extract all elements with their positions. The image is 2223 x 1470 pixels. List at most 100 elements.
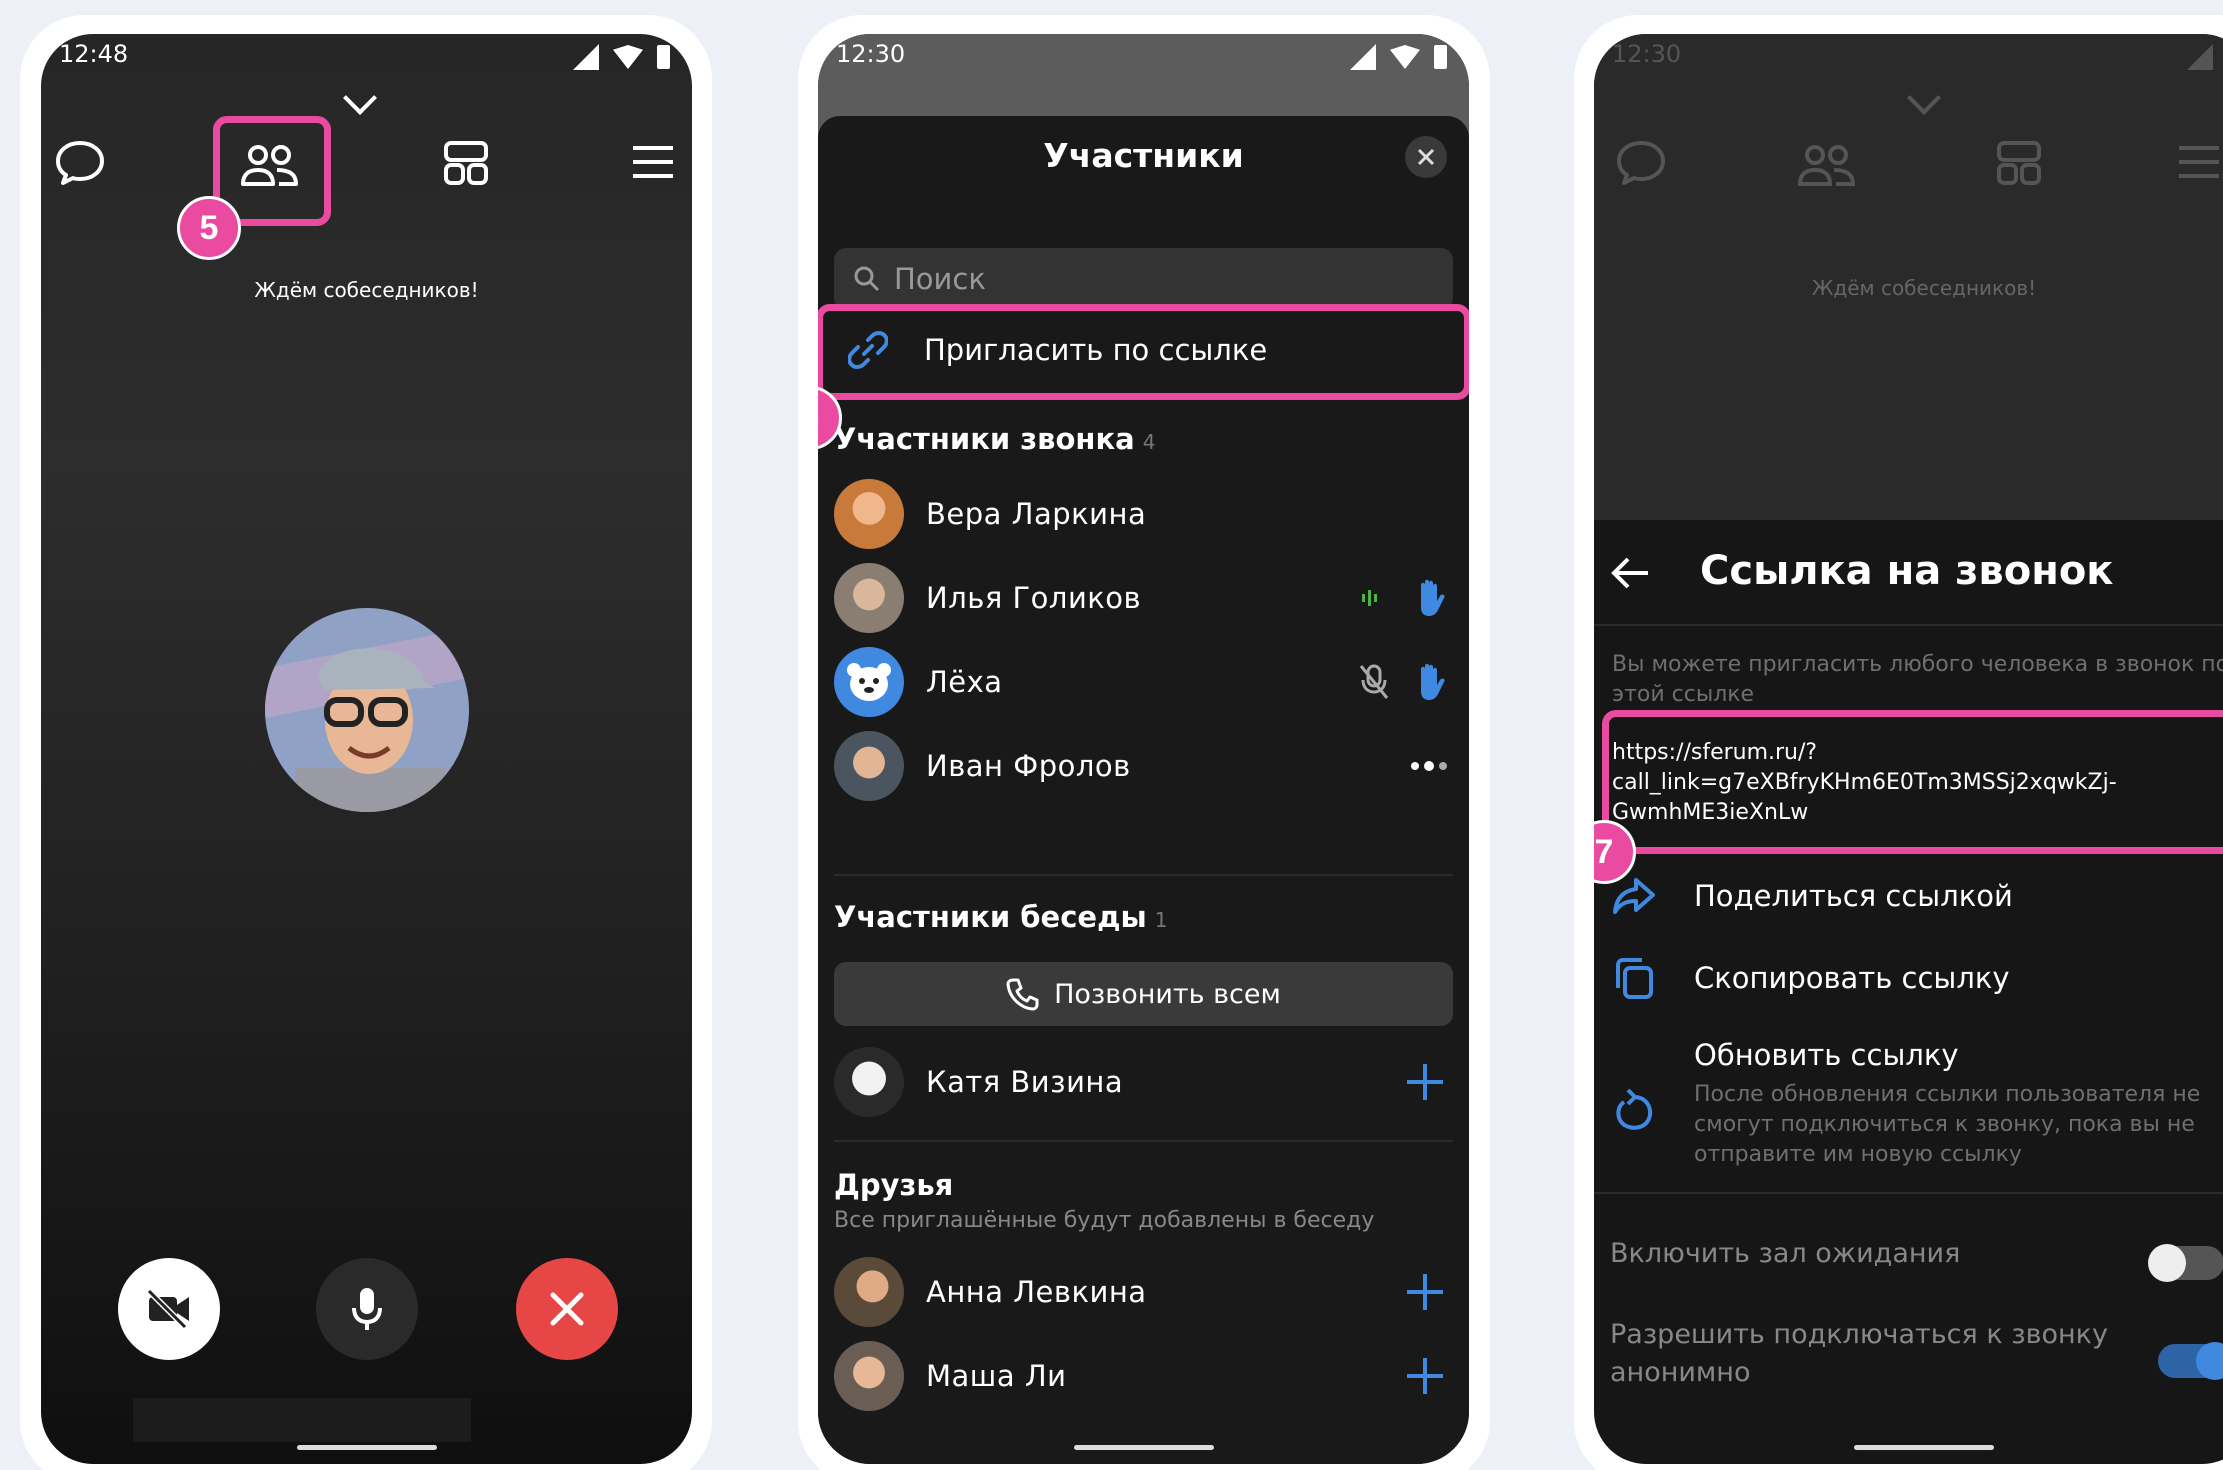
participant-name: Вера Ларкина (926, 497, 1147, 531)
end-call-icon (550, 1292, 584, 1326)
close-icon (1417, 148, 1435, 166)
add-icon[interactable] (1407, 1274, 1443, 1310)
friends-subtitle: Все приглашённые будут добавлены в бесед… (834, 1208, 1375, 1233)
label-line: Разрешить подключаться к звонку (1610, 1319, 2108, 1350)
toggle-knob (2196, 1342, 2223, 1380)
speaking-indicator-icon (1362, 590, 1377, 606)
sheet-title: Участники (1043, 136, 1244, 175)
section-count: 1 (1154, 908, 1168, 932)
layout-icon[interactable] (443, 140, 489, 186)
avatar (834, 563, 904, 633)
avatar (834, 1257, 904, 1327)
share-icon (1613, 878, 1655, 914)
refresh-label: Обновить ссылку (1694, 1038, 1959, 1072)
link-description: Вы можете пригласить любого человека в з… (1612, 652, 2223, 707)
avatar (834, 1341, 904, 1411)
call-participants-header: Участники звонка 4 (834, 422, 1155, 456)
copy-icon (1616, 958, 1653, 999)
divider (834, 874, 1453, 876)
bear-icon (847, 663, 891, 701)
menu-icon (2179, 146, 2219, 178)
microphone-muted-icon (1359, 664, 1389, 699)
avatar (834, 647, 904, 717)
status-time: 12:48 (59, 40, 129, 68)
participants-sheet: Участники Поиск Пригласить по ссылке Уча… (818, 116, 1469, 1464)
end-call-button[interactable] (516, 1258, 618, 1360)
section-title: Участники беседы (834, 900, 1147, 934)
waiting-room-toggle[interactable] (2148, 1244, 2223, 1282)
wifi-icon (613, 45, 643, 69)
divider (1594, 1192, 2223, 1194)
microphone-icon (352, 1288, 382, 1330)
status-time: 12:30 (1612, 40, 1682, 68)
status-time: 12:30 (836, 40, 906, 68)
status-bar: 12:30 (1594, 34, 2223, 78)
layout-icon (1997, 141, 2041, 185)
home-indicator[interactable] (296, 1445, 437, 1450)
step-badge: 5 (177, 196, 241, 260)
chat-icon[interactable] (55, 140, 105, 186)
refresh-link-button[interactable]: Обновить ссылку После обновления ссылки … (1612, 1028, 2223, 1178)
search-input[interactable]: Поиск (834, 248, 1453, 310)
participant-name: Катя Визина (926, 1065, 1124, 1099)
menu-icon[interactable] (633, 144, 673, 180)
connecting-dots-icon (1411, 761, 1447, 771)
participant-name: Лёха (926, 665, 1003, 699)
divider (1594, 624, 2223, 626)
copy-label: Скопировать ссылку (1694, 961, 2010, 995)
section-count: 4 (1142, 430, 1156, 454)
camera-off-button[interactable] (118, 1258, 220, 1360)
chat-participants-header: Участники беседы 1 (834, 900, 1167, 934)
sheet-title: Ссылка на звонок (1700, 548, 2114, 594)
status-bar: 12:30 (818, 34, 1469, 78)
add-icon[interactable] (1407, 1064, 1443, 1100)
phone-icon (1006, 978, 1039, 1011)
raised-hand-icon (1421, 579, 1445, 616)
call-screen: 12:48 5 Ждём собеседников! (41, 34, 692, 1464)
search-placeholder: Поиск (894, 262, 986, 296)
add-icon[interactable] (1407, 1358, 1443, 1394)
refresh-note: После обновления ссылки пользователя не … (1694, 1082, 2201, 1167)
waiting-text: Ждём собеседников! (254, 278, 479, 302)
anonymous-join-label: Разрешить подключаться к звонку анонимно (1610, 1316, 2108, 1392)
battery-icon (1434, 45, 1447, 69)
share-label: Поделиться ссылкой (1694, 879, 2013, 913)
participant-row[interactable]: Вера Ларкина (834, 472, 1453, 556)
friend-name: Анна Левкина (926, 1275, 1147, 1309)
signal-icon (1350, 44, 1376, 70)
share-link-button[interactable]: Поделиться ссылкой (1612, 866, 2223, 926)
label-line: анонимно (1610, 1357, 1751, 1388)
close-button[interactable] (1405, 136, 1447, 178)
camera-off-icon (146, 1289, 189, 1329)
participant-row[interactable]: Лёха (834, 640, 1453, 724)
avatar (834, 1047, 904, 1117)
home-indicator[interactable] (1073, 1445, 1214, 1450)
friend-row[interactable]: Анна Левкина (834, 1250, 1453, 1334)
participants-icon (1797, 145, 1856, 186)
battery-icon (657, 45, 670, 69)
avatar (834, 479, 904, 549)
signal-icon (2187, 44, 2213, 70)
home-indicator[interactable] (1854, 1445, 1994, 1450)
friend-row[interactable]: Маша Ли (834, 1334, 1453, 1418)
avatar (834, 731, 904, 801)
raised-hand-icon (1421, 663, 1445, 700)
highlight-frame (1602, 710, 2223, 854)
wifi-icon (1390, 45, 1420, 69)
avatar (265, 608, 469, 812)
highlight-frame (818, 304, 1469, 400)
participants-screen: 12:30 Участники Поиск Пригласить по ссыл… (818, 34, 1469, 1464)
microphone-button[interactable] (316, 1258, 418, 1360)
chat-participant-row[interactable]: Катя Визина (834, 1040, 1453, 1124)
collapse-chevron-icon[interactable] (343, 81, 377, 115)
anonymous-join-toggle[interactable] (2158, 1342, 2223, 1380)
signal-icon (573, 44, 599, 70)
participant-row[interactable]: Иван Фролов (834, 724, 1453, 808)
call-link-screen: 12:30 Ждём собеседников! Ссылка на звоно… (1594, 34, 2223, 1464)
copy-link-button[interactable]: Скопировать ссылку (1612, 948, 2223, 1008)
call-all-label: Позвонить всем (1054, 978, 1281, 1010)
back-arrow-icon[interactable] (1610, 556, 1650, 590)
participant-row[interactable]: Илья Голиков (834, 556, 1453, 640)
waiting-text: Ждём собеседников! (1811, 276, 2037, 300)
call-all-button[interactable]: Позвонить всем (834, 962, 1453, 1026)
